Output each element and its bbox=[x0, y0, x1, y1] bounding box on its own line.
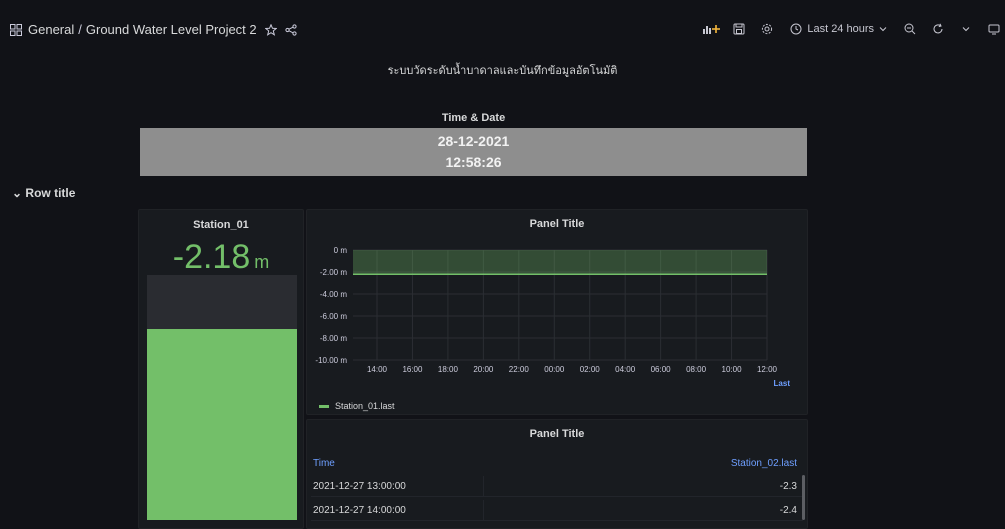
stat-value-display: -2.18 m bbox=[139, 238, 303, 277]
chart-legend[interactable]: Station_01.last bbox=[319, 401, 395, 411]
table-panel: Panel Title Time Station_02.last 2021-12… bbox=[306, 419, 808, 529]
chevron-down-icon bbox=[962, 27, 970, 32]
clock-date: 28-12-2021 bbox=[437, 133, 510, 149]
table-row: 2021-12-27 14:00:00 -2.4 bbox=[311, 500, 803, 521]
refresh-icon bbox=[933, 23, 943, 34]
graph-panel: Panel Title 0 m -2.00 m -4.00 m -6.00 m -8.0… bbox=[306, 209, 808, 415]
tv-mode-button[interactable] bbox=[983, 18, 1005, 40]
x-tick-label: 20:00 bbox=[473, 365, 494, 374]
table-scrollbar[interactable] bbox=[802, 475, 805, 520]
share-icon[interactable] bbox=[285, 23, 297, 36]
table-header-row: Time Station_02.last bbox=[311, 453, 803, 473]
x-tick-label: 04:00 bbox=[615, 365, 636, 374]
y-tick-label: -8.00 m bbox=[320, 334, 347, 343]
zoom-out-button[interactable] bbox=[899, 18, 921, 40]
save-icon bbox=[733, 23, 745, 35]
stat-value: -2.18 bbox=[172, 238, 251, 276]
breadcrumb: General / Ground Water Level Project 2 bbox=[10, 22, 297, 37]
y-tick-label: -4.00 m bbox=[320, 290, 347, 299]
clock-icon bbox=[790, 23, 802, 35]
x-tick-label: 14:00 bbox=[367, 365, 388, 374]
table-cell-time: 2021-12-27 14:00:00 bbox=[311, 500, 484, 520]
table-cell-value: -2.3 bbox=[779, 480, 797, 492]
x-tick-label: 06:00 bbox=[651, 365, 672, 374]
panel-title[interactable]: Time & Date bbox=[138, 112, 809, 124]
row-header[interactable]: ⌄ Row title bbox=[12, 186, 75, 200]
bar-gauge bbox=[147, 275, 297, 520]
bar-gauge-fill bbox=[147, 328, 297, 520]
dashboard-text-panel: ระบบวัดระดับน้ำบาดาลและบันทึกข้อมูลอัตโน… bbox=[387, 65, 618, 77]
save-dashboard-button[interactable] bbox=[728, 18, 750, 40]
x-tick-label: 08:00 bbox=[686, 365, 707, 374]
series-area bbox=[353, 250, 767, 275]
chevron-down-icon: ⌄ bbox=[12, 186, 23, 200]
clock-display: 28-12-2021 12:58:26 bbox=[140, 128, 807, 176]
clock-time: 12:58:26 bbox=[445, 154, 502, 170]
legend-label: Station_01.last bbox=[335, 401, 395, 411]
table-row: 2021-12-27 13:00:00 -2.3 bbox=[311, 476, 803, 497]
table-cell-value: -2.4 bbox=[779, 504, 797, 516]
add-panel-button[interactable] bbox=[700, 18, 722, 40]
x-tick-label: 02:00 bbox=[580, 365, 601, 374]
add-panel-icon bbox=[703, 25, 721, 34]
y-tick-label: 0 m bbox=[334, 246, 348, 255]
legend-last-label: Last bbox=[774, 379, 791, 388]
stat-unit: m bbox=[254, 252, 270, 272]
breadcrumb-separator: / bbox=[78, 22, 82, 37]
column-header-station-02[interactable]: Station_02.last bbox=[483, 458, 803, 469]
x-tick-label: 18:00 bbox=[438, 365, 459, 374]
x-tick-label: 10:00 bbox=[722, 365, 743, 374]
row-title: Row title bbox=[25, 186, 76, 200]
zoom-out-icon bbox=[904, 23, 916, 35]
time-series-chart[interactable]: 0 m -2.00 m -4.00 m -6.00 m -8.00 m -10.00 m 1… bbox=[307, 210, 807, 416]
gear-icon bbox=[762, 23, 773, 35]
monitor-icon bbox=[988, 24, 1000, 35]
y-tick-label: -2.00 m bbox=[320, 268, 347, 277]
legend-swatch bbox=[319, 404, 329, 408]
dashboards-grid-icon[interactable] bbox=[10, 23, 22, 36]
top-bar: General / Ground Water Level Project 2 L… bbox=[0, 0, 1005, 77]
x-tick-label: 12:00 bbox=[757, 365, 778, 374]
column-header-time[interactable]: Time bbox=[311, 453, 483, 473]
refresh-button[interactable] bbox=[927, 18, 949, 40]
x-tick-label: 22:00 bbox=[509, 365, 530, 374]
panel-title[interactable]: Station_01 bbox=[139, 219, 303, 231]
refresh-interval-dropdown[interactable] bbox=[955, 18, 977, 40]
folder-link[interactable]: General bbox=[28, 22, 74, 37]
dashboard-toolbar: Last 24 hours bbox=[700, 18, 1005, 40]
stat-panel-station-01: Station_01 -2.18 m bbox=[138, 209, 304, 529]
chevron-down-icon bbox=[879, 27, 887, 32]
time-picker-button[interactable]: Last 24 hours bbox=[784, 18, 893, 40]
settings-button[interactable] bbox=[756, 18, 778, 40]
y-tick-label: -6.00 m bbox=[320, 312, 347, 321]
y-tick-label: -10.00 m bbox=[315, 356, 347, 365]
table-cell-time: 2021-12-27 13:00:00 bbox=[311, 476, 484, 496]
panel-title[interactable]: Panel Title bbox=[307, 428, 807, 440]
star-icon[interactable] bbox=[264, 23, 277, 36]
x-tick-label: 00:00 bbox=[544, 365, 565, 374]
x-tick-label: 16:00 bbox=[402, 365, 423, 374]
time-range-label: Last 24 hours bbox=[807, 23, 874, 35]
dashboard-title[interactable]: Ground Water Level Project 2 bbox=[86, 22, 257, 37]
